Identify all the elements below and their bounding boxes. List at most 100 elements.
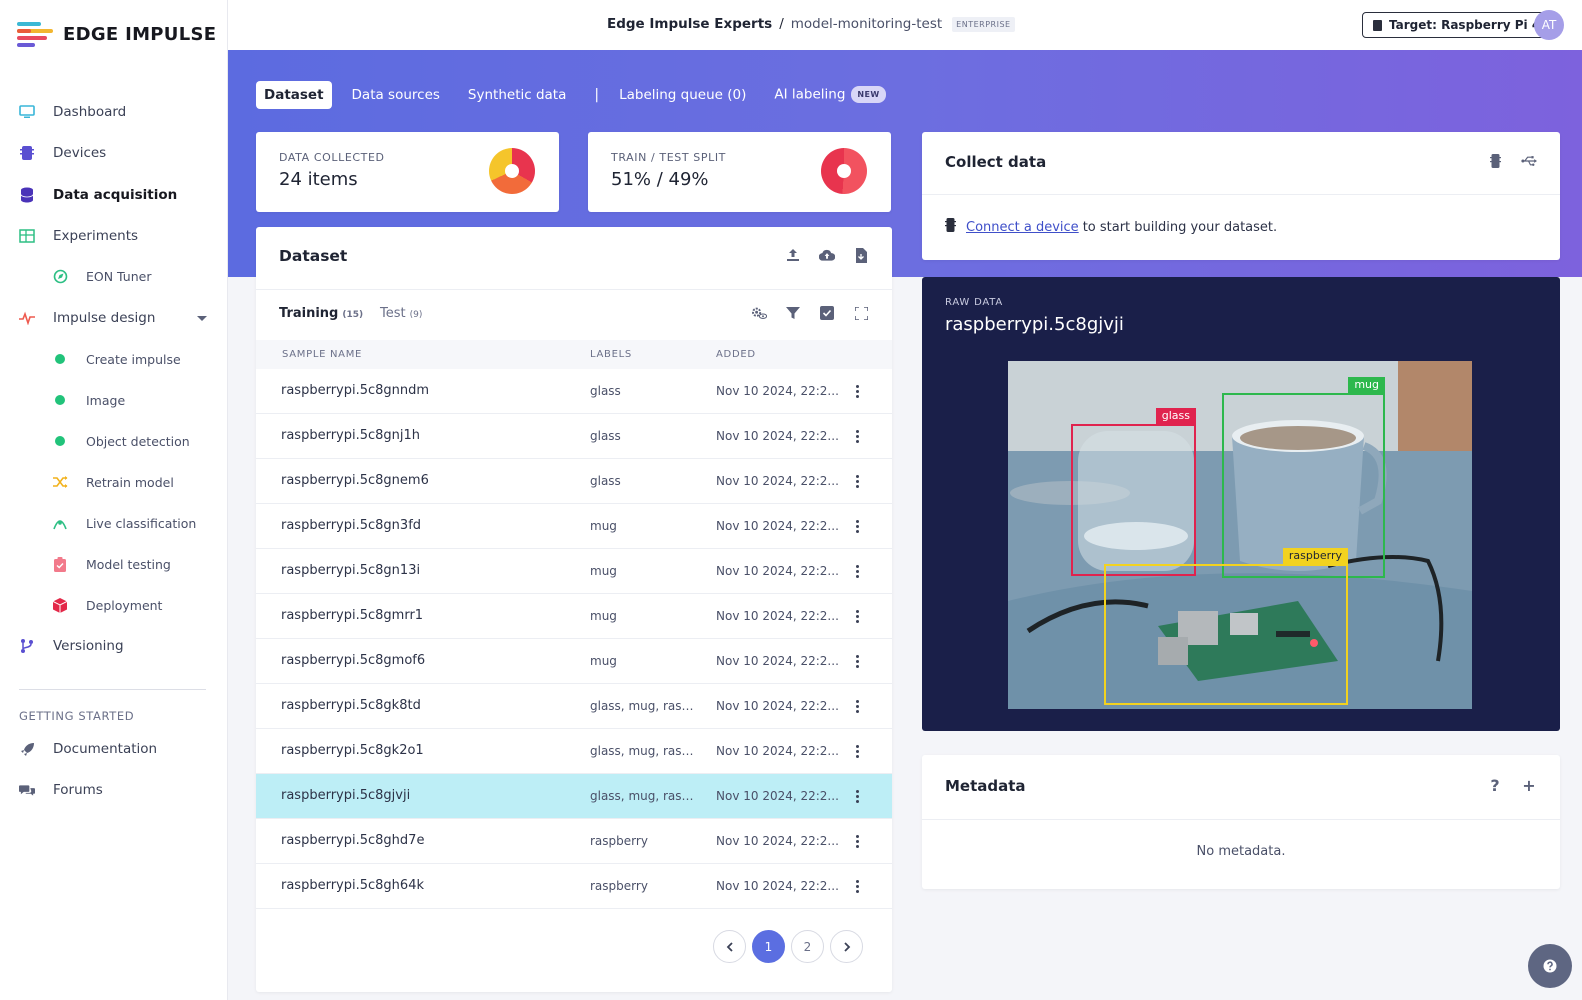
usb-icon[interactable] [1521, 153, 1537, 169]
more-options-icon[interactable] [853, 831, 861, 851]
page-button-2[interactable]: 2 [791, 930, 824, 963]
top-header: Edge Impulse Experts / model-monitoring-… [228, 0, 1582, 50]
avatar[interactable]: AT [1534, 10, 1564, 40]
prev-page-button[interactable] [713, 930, 746, 963]
breadcrumb-org[interactable]: Edge Impulse Experts [607, 16, 772, 32]
table-row[interactable]: raspberrypi.5c8gk8td glass, mug, raspb...… [256, 684, 892, 729]
brand-name: EDGE IMPULSE [63, 23, 217, 45]
sidebar-item-data-acquisition[interactable]: Data acquisition [0, 180, 228, 210]
more-options-icon[interactable] [853, 651, 861, 671]
cloud-upload-icon[interactable] [819, 247, 835, 263]
chevron-down-icon[interactable] [197, 315, 207, 321]
sidebar-item-documentation[interactable]: Documentation [0, 734, 228, 764]
more-options-icon[interactable] [853, 876, 861, 896]
table-row[interactable]: raspberrypi.5c8gn13i mug Nov 10 2024, 22:2… [256, 549, 892, 594]
table-row[interactable]: raspberrypi.5c8gmrr1 mug Nov 10 2024, 22:2… [256, 594, 892, 639]
sidebar-item-experiments[interactable]: Experiments [0, 221, 228, 251]
table-row[interactable]: raspberrypi.5c8gn3fd mug Nov 10 2024, 22:2… [256, 504, 892, 549]
breadcrumb-project[interactable]: model-monitoring-test [791, 16, 942, 32]
subtab-test[interactable]: Test (9) [380, 306, 422, 321]
select-checkbox-icon[interactable] [819, 305, 835, 321]
upload-icon[interactable] [785, 247, 801, 263]
bounding-box-raspberry[interactable]: raspberry [1104, 548, 1348, 705]
sidebar: EDGE IMPULSE Dashboard Devices Data acqu… [0, 0, 228, 1000]
page-button-1[interactable]: 1 [752, 930, 785, 963]
rocket-icon [19, 741, 35, 757]
more-options-icon[interactable] [853, 561, 861, 581]
sidebar-item-label: Create impulse [86, 351, 181, 367]
sidebar-item-deployment[interactable]: Deployment [0, 590, 228, 620]
collect-data-text: to start building your dataset. [1082, 219, 1278, 235]
table-row[interactable]: raspberrypi.5c8gnj1h glass Nov 10 2024, 22… [256, 414, 892, 459]
tab-data-sources[interactable]: Data sources [344, 81, 448, 109]
table-row[interactable]: raspberrypi.5c8gnem6 glass Nov 10 2024, 22… [256, 459, 892, 504]
next-page-button[interactable] [830, 930, 863, 963]
tab-synthetic-data[interactable]: Synthetic data [460, 81, 574, 109]
subtab-training[interactable]: Training (15) [279, 306, 363, 321]
tab-ai-labeling[interactable]: AI labeling NEW [766, 80, 893, 109]
chip-icon[interactable] [1487, 153, 1503, 169]
sample-name: raspberrypi.5c8gn3fd [281, 518, 422, 533]
tab-separator: | [594, 86, 600, 103]
table-row[interactable]: raspberrypi.5c8gk2o1 glass, mug, raspb...… [256, 729, 892, 774]
tab-dataset[interactable]: Dataset [256, 80, 332, 109]
sidebar-item-model-testing[interactable]: Model testing [0, 549, 228, 579]
bounding-box-label: mug [1348, 377, 1385, 394]
status-dot-icon [52, 433, 68, 449]
dataset-card: Dataset Training (15) Test (9) SAMPLE NA… [256, 227, 892, 992]
sidebar-item-dashboard[interactable]: Dashboard [0, 97, 228, 127]
database-icon [19, 187, 35, 203]
sidebar-item-create-impulse[interactable]: Create impulse [0, 344, 228, 374]
sidebar-item-label: Data acquisition [53, 187, 178, 203]
sidebar-item-impulse-design[interactable]: Impulse design [0, 303, 228, 333]
sample-labels: glass, mug, raspb... [590, 789, 700, 803]
sidebar-item-versioning[interactable]: Versioning [0, 631, 228, 661]
filter-icon[interactable] [785, 305, 801, 321]
column-header-added[interactable]: ADDED [716, 349, 756, 360]
more-options-icon[interactable] [853, 516, 861, 536]
raw-data-panel: RAW DATA raspberrypi.5c8gjvji glass mug … [922, 277, 1560, 731]
sample-added: Nov 10 2024, 22:2... [716, 519, 839, 533]
more-options-icon[interactable] [853, 381, 861, 401]
sidebar-item-live-classification[interactable]: Live classification [0, 508, 228, 538]
more-options-icon[interactable] [853, 741, 861, 761]
sample-name: raspberrypi.5c8gk8td [281, 698, 421, 713]
connect-device-link[interactable]: Connect a device [966, 220, 1079, 235]
bounding-box-glass[interactable]: glass [1071, 408, 1196, 576]
logo[interactable]: EDGE IMPULSE [17, 22, 217, 47]
column-header-sample-name[interactable]: SAMPLE NAME [282, 349, 362, 360]
sidebar-item-devices[interactable]: Devices [0, 138, 228, 168]
export-file-icon[interactable] [853, 247, 869, 263]
more-options-icon[interactable] [853, 696, 861, 716]
sidebar-item-eon-tuner[interactable]: EON Tuner [0, 261, 228, 291]
table-row[interactable]: raspberrypi.5c8ghd7e raspberry Nov 10 2024… [256, 819, 892, 864]
target-device-button[interactable]: Target: Raspberry Pi 4 [1362, 12, 1552, 38]
fullscreen-icon[interactable] [853, 305, 869, 321]
sidebar-item-forums[interactable]: Forums [0, 775, 228, 805]
table-row[interactable]: raspberrypi.5c8gjvji glass, mug, raspb...… [256, 774, 892, 819]
monitor-icon [19, 104, 35, 120]
more-options-icon[interactable] [853, 786, 861, 806]
more-options-icon[interactable] [853, 606, 861, 626]
table-row[interactable]: raspberrypi.5c8gnndm glass Nov 10 2024, 22… [256, 369, 892, 414]
help-button[interactable] [1528, 944, 1572, 988]
sidebar-item-retrain-model[interactable]: Retrain model [0, 467, 228, 497]
help-icon[interactable]: ? [1487, 776, 1503, 795]
more-options-icon[interactable] [853, 426, 861, 446]
settings-view-icon[interactable] [751, 305, 767, 321]
sample-name: raspberrypi.5c8gnem6 [281, 473, 429, 488]
table-row[interactable]: raspberrypi.5c8gmof6 mug Nov 10 2024, 22:2… [256, 639, 892, 684]
data-collected-card: DATA COLLECTED 24 items [256, 132, 559, 212]
tab-labeling-queue[interactable]: Labeling queue (0) [611, 81, 754, 109]
box-icon [52, 597, 68, 613]
sidebar-item-object-detection[interactable]: Object detection [0, 426, 228, 456]
column-header-labels[interactable]: LABELS [590, 349, 632, 360]
add-metadata-button[interactable]: + [1521, 776, 1537, 795]
more-options-icon[interactable] [853, 471, 861, 491]
stat-value: 51% / 49% [611, 169, 709, 190]
signal-icon [52, 515, 68, 531]
collect-data-card: Collect data Connect a device to start b… [922, 132, 1560, 260]
table-row[interactable]: raspberrypi.5c8gh64k raspberry Nov 10 2024… [256, 864, 892, 909]
chat-icon [19, 782, 35, 798]
sidebar-item-image[interactable]: Image [0, 385, 228, 415]
